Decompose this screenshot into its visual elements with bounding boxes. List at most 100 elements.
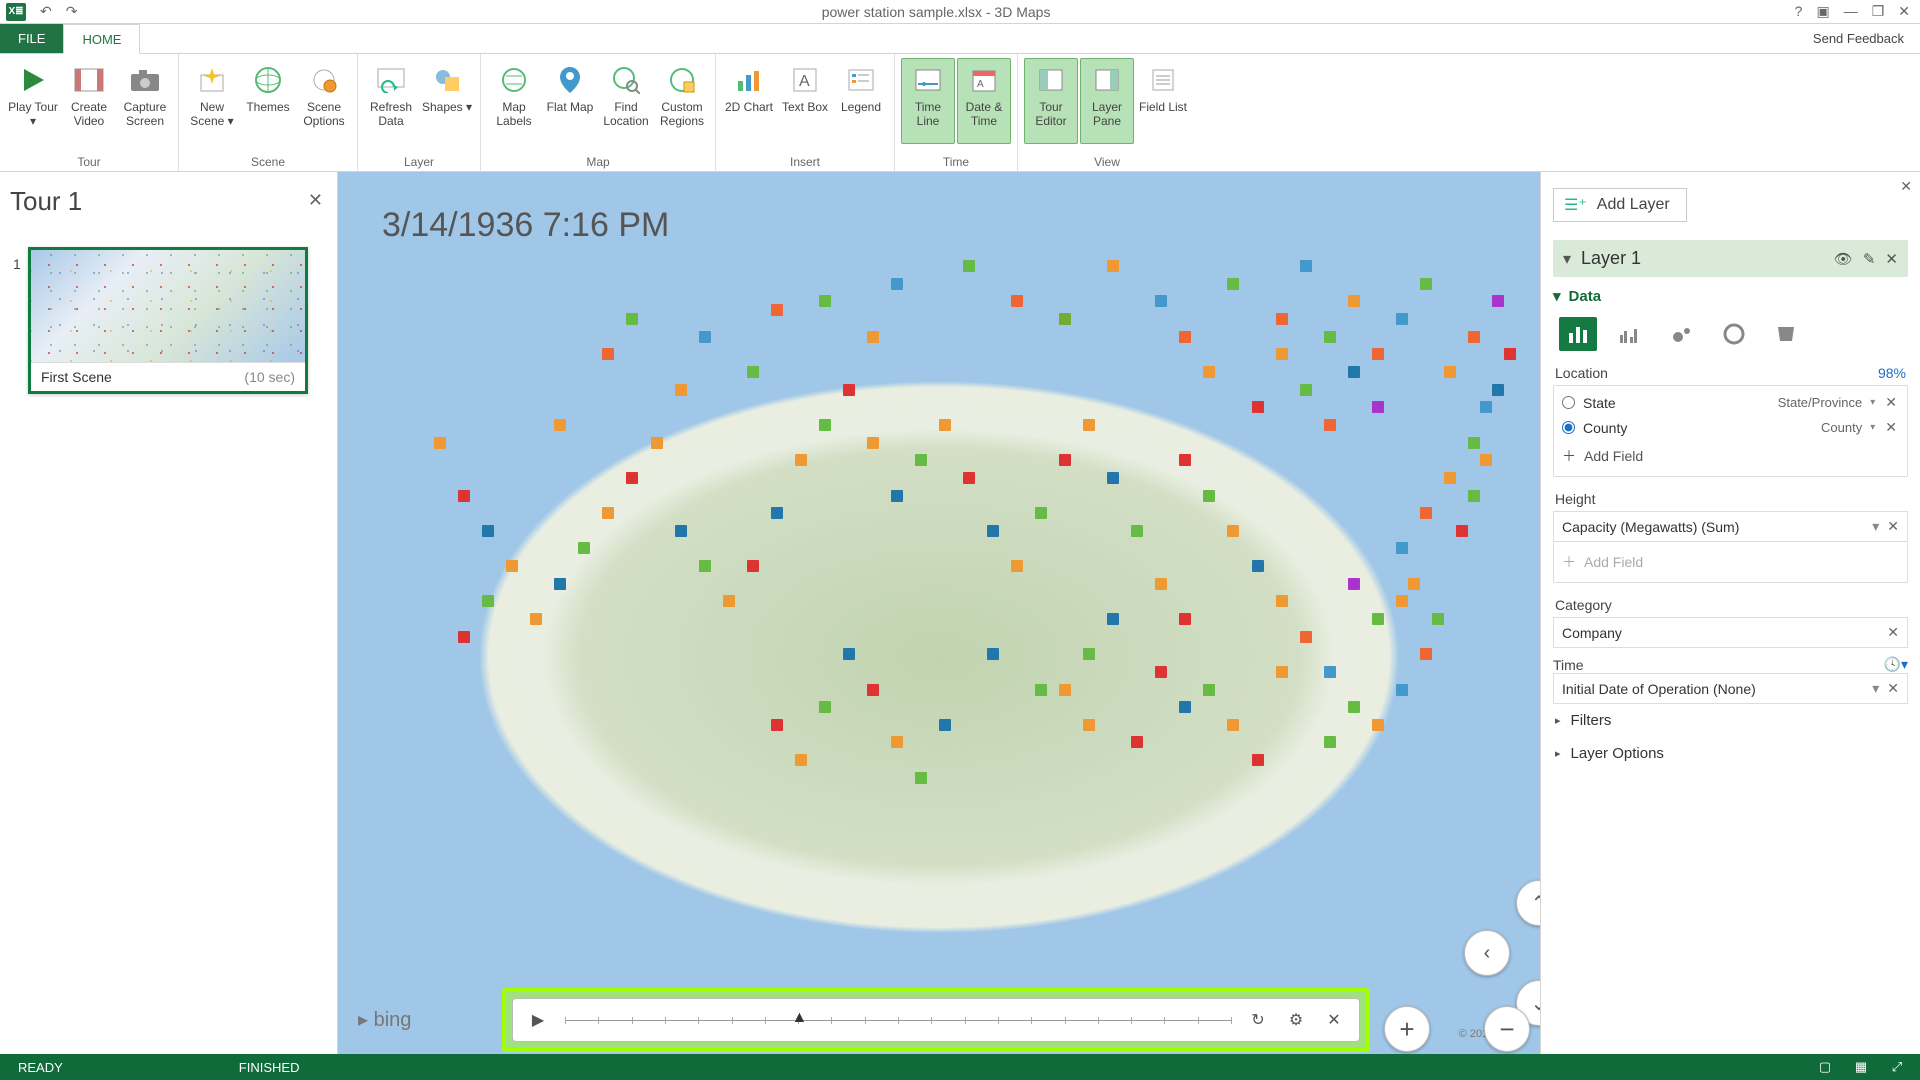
map-marker[interactable] (1203, 490, 1215, 502)
map-marker[interactable] (1396, 684, 1408, 696)
tour-editor-button[interactable]: Tour Editor (1024, 58, 1078, 144)
location-remove-county[interactable]: ✕ (1883, 419, 1899, 436)
map-marker[interactable] (578, 542, 590, 554)
map-marker[interactable] (987, 525, 999, 537)
map-marker[interactable] (1348, 366, 1360, 378)
location-confidence[interactable]: 98% (1878, 365, 1906, 381)
map-marker[interactable] (1396, 542, 1408, 554)
map-marker[interactable] (554, 419, 566, 431)
map-marker[interactable] (1420, 278, 1432, 290)
map-marker[interactable] (1444, 472, 1456, 484)
send-feedback-link[interactable]: Send Feedback (1797, 24, 1920, 53)
map-marker[interactable] (939, 719, 951, 731)
map-marker[interactable] (1059, 454, 1071, 466)
map-canvas[interactable]: 3/14/1936 7:16 PM ▸ bing © 2016 HERE ⌃ ‹… (338, 172, 1540, 1054)
chart-type-bubble[interactable] (1663, 317, 1701, 351)
map-marker[interactable] (867, 684, 879, 696)
status-view3-button[interactable]: ⤢ (1882, 1054, 1912, 1080)
themes-button[interactable]: Themes (241, 58, 295, 144)
chart-type-clustered-column[interactable] (1611, 317, 1649, 351)
zoom-out-button[interactable]: − (1484, 1006, 1530, 1052)
map-marker[interactable] (819, 295, 831, 307)
map-marker[interactable] (1252, 754, 1264, 766)
map-marker[interactable] (1011, 295, 1023, 307)
map-marker[interactable] (602, 507, 614, 519)
map-marker[interactable] (1372, 719, 1384, 731)
new-scene-button[interactable]: New Scene ▾ (185, 58, 239, 144)
map-marker[interactable] (651, 437, 663, 449)
status-view1-button[interactable]: ▢ (1810, 1054, 1840, 1080)
map-marker[interactable] (1420, 648, 1432, 660)
map-marker[interactable] (867, 437, 879, 449)
map-marker[interactable] (867, 331, 879, 343)
map-marker[interactable] (891, 278, 903, 290)
map-marker[interactable] (939, 419, 951, 431)
map-marker[interactable] (699, 331, 711, 343)
map-marker[interactable] (554, 578, 566, 590)
map-marker[interactable] (1155, 666, 1167, 678)
map-marker[interactable] (795, 754, 807, 766)
map-marker[interactable] (1492, 295, 1504, 307)
map-marker[interactable] (1252, 401, 1264, 413)
map-marker[interactable] (1276, 313, 1288, 325)
section-filters[interactable]: ▸Filters (1553, 704, 1908, 737)
map-marker[interactable] (1492, 384, 1504, 396)
location-radio-county[interactable] (1562, 421, 1575, 434)
location-mapping-dropdown[interactable]: ▾ (1870, 397, 1875, 408)
map-marker[interactable] (1324, 419, 1336, 431)
status-view2-button[interactable]: ▦ (1846, 1054, 1876, 1080)
map-marker[interactable] (1468, 437, 1480, 449)
map-marker[interactable] (675, 525, 687, 537)
timeline-loop-button[interactable]: ↻ (1247, 1009, 1269, 1031)
map-marker[interactable] (1420, 507, 1432, 519)
tab-file[interactable]: FILE (0, 24, 63, 53)
map-marker[interactable] (1276, 666, 1288, 678)
map-marker[interactable] (1155, 578, 1167, 590)
map-marker[interactable] (506, 560, 518, 572)
map-marker[interactable] (987, 648, 999, 660)
map-marker[interactable] (1372, 401, 1384, 413)
time-line-button[interactable]: Time Line (901, 58, 955, 144)
scene-options-button[interactable]: Scene Options (297, 58, 351, 144)
map-marker[interactable] (891, 490, 903, 502)
layer-delete-button[interactable]: ✕ (1885, 250, 1898, 268)
map-marker[interactable] (1179, 331, 1191, 343)
map-marker[interactable] (1083, 719, 1095, 731)
create-video-button[interactable]: Create Video (62, 58, 116, 144)
map-marker[interactable] (771, 304, 783, 316)
layer-visibility-button[interactable]: 👁 (1834, 250, 1853, 268)
map-marker[interactable] (1107, 613, 1119, 625)
location-mapping-dropdown[interactable]: ▾ (1870, 422, 1875, 433)
location-remove-state[interactable]: ✕ (1883, 394, 1899, 411)
chart-type-region[interactable] (1767, 317, 1805, 351)
map-marker[interactable] (1372, 348, 1384, 360)
undo-button[interactable]: ↶ (40, 3, 52, 20)
maximize-button[interactable]: ❐ (1872, 3, 1885, 20)
map-marker[interactable] (1252, 560, 1264, 572)
map-marker[interactable] (1324, 736, 1336, 748)
map-marker[interactable] (1276, 595, 1288, 607)
tour-pane-close-button[interactable]: ✕ (308, 190, 323, 211)
map-marker[interactable] (843, 384, 855, 396)
minimize-button[interactable]: — (1844, 3, 1858, 20)
map-marker[interactable] (1468, 490, 1480, 502)
zoom-in-button[interactable]: + (1384, 1006, 1430, 1052)
map-marker[interactable] (1179, 701, 1191, 713)
display-options-button[interactable]: ▣ (1816, 3, 1829, 20)
map-marker[interactable] (626, 313, 638, 325)
map-marker[interactable] (675, 384, 687, 396)
map-marker[interactable] (1300, 384, 1312, 396)
map-marker[interactable] (747, 366, 759, 378)
map-marker[interactable] (819, 419, 831, 431)
map-marker[interactable] (963, 260, 975, 272)
map-marker[interactable] (771, 719, 783, 731)
map-marker[interactable] (1300, 260, 1312, 272)
map-marker[interactable] (1324, 666, 1336, 678)
date-time-button[interactable]: ADate & Time (957, 58, 1011, 144)
map-marker[interactable] (915, 772, 927, 784)
legend-button[interactable]: Legend (834, 58, 888, 144)
custom-regions-button[interactable]: Custom Regions (655, 58, 709, 144)
map-marker[interactable] (602, 348, 614, 360)
map-marker[interactable] (747, 560, 759, 572)
section-data-header[interactable]: ▾Data (1553, 287, 1908, 305)
